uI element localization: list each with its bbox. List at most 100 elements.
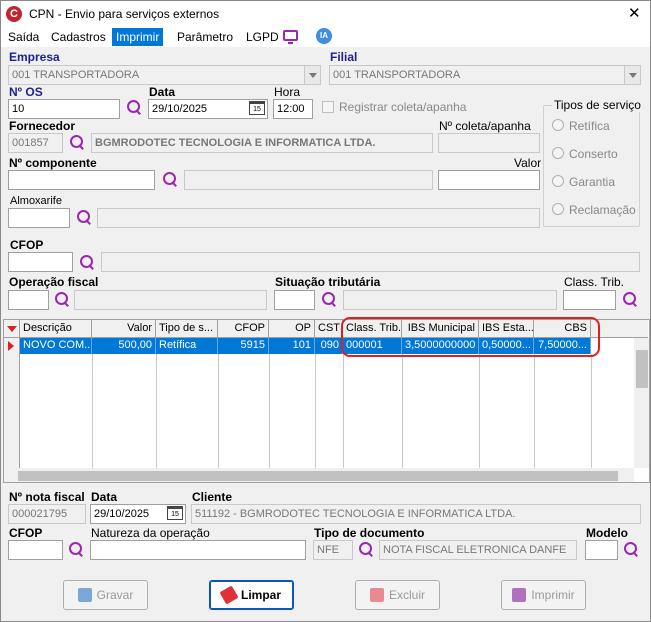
search-icon[interactable] — [357, 541, 375, 559]
header-valor[interactable]: Valor — [92, 320, 156, 338]
coleta-label: Nº coleta/apanha — [439, 119, 531, 133]
componente-input[interactable] — [8, 170, 155, 190]
search-icon[interactable] — [67, 541, 85, 559]
column-divider — [315, 354, 316, 468]
componente-label: Nº componente — [9, 156, 97, 170]
tipo-doc-desc: NOTA FISCAL ELETRONICA DANFE — [379, 540, 577, 560]
header-descricao[interactable]: Descrição — [20, 320, 92, 338]
current-row-icon — [8, 341, 14, 351]
filial-label: Filial — [330, 50, 358, 64]
menu-imprimir[interactable]: Imprimir — [112, 28, 164, 46]
filial-select[interactable]: 001 TRANSPORTADORA — [329, 65, 641, 85]
header-tipo[interactable]: Tipo de s... — [156, 320, 218, 338]
nf-input[interactable]: 000021795 — [8, 504, 86, 524]
cell-tipo[interactable]: Retífica — [156, 338, 218, 354]
valor-label: Valor — [514, 156, 542, 170]
search-icon[interactable] — [68, 134, 86, 152]
natureza-input[interactable] — [90, 540, 306, 560]
situacao-desc — [343, 290, 557, 310]
column-divider — [534, 354, 535, 468]
limpar-button[interactable]: Limpar — [209, 580, 294, 610]
column-divider — [591, 354, 592, 468]
monitor-icon[interactable] — [283, 30, 298, 44]
coleta-input[interactable] — [438, 133, 540, 153]
scrollbar-thumb[interactable] — [18, 471, 618, 481]
almoxarife-desc — [97, 208, 540, 228]
hora-input[interactable]: 12:00 — [273, 99, 313, 119]
ia-icon[interactable]: IA — [316, 28, 332, 44]
valor-input[interactable] — [438, 170, 540, 190]
search-icon[interactable] — [75, 209, 93, 227]
componente-desc — [184, 170, 433, 190]
tipo-doc-code[interactable]: NFE — [313, 540, 353, 560]
main-window: C CPN - Envio para serviços externos ✕ S… — [0, 0, 651, 622]
cliente-label: Cliente — [192, 490, 233, 504]
situacao-label: Situação tributária — [275, 275, 381, 289]
search-icon[interactable] — [622, 541, 640, 559]
class-trib-input[interactable] — [563, 290, 616, 310]
cell-cst[interactable]: 090 — [315, 338, 343, 354]
nf-label: Nº nota fiscal — [9, 490, 85, 504]
registrar-checkbox[interactable] — [322, 101, 334, 113]
calendar-icon[interactable]: 15 — [167, 506, 183, 520]
menu-saida[interactable]: Saída — [4, 28, 43, 46]
cell-cfop[interactable]: 5915 — [218, 338, 269, 354]
close-icon[interactable]: ✕ — [628, 4, 641, 22]
imprimir-button[interactable]: Imprimir — [501, 580, 586, 610]
vertical-scrollbar[interactable] — [634, 338, 649, 468]
chevron-down-icon[interactable] — [624, 66, 640, 84]
search-icon[interactable] — [320, 291, 338, 309]
nf-cfop-label: CFOP — [9, 526, 43, 540]
empresa-select[interactable]: 001 TRANSPORTADORA — [8, 65, 321, 85]
empresa-label: Empresa — [9, 50, 60, 64]
header-indicator — [4, 320, 20, 338]
search-icon[interactable] — [161, 171, 179, 189]
cell-op[interactable]: 101 — [269, 338, 315, 354]
column-divider — [269, 354, 270, 468]
highlight-annotation — [341, 317, 600, 357]
eraser-icon — [219, 585, 239, 605]
empresa-value: 001 TRANSPORTADORA — [12, 69, 140, 81]
filial-value: 001 TRANSPORTADORA — [333, 69, 461, 81]
imprimir-label: Imprimir — [531, 588, 575, 602]
os-input[interactable]: 10 — [8, 99, 120, 119]
fornecedor-code[interactable]: 001857 — [8, 133, 63, 153]
radio-conserto[interactable] — [552, 147, 564, 159]
operacao-desc — [74, 290, 267, 310]
printer-icon — [512, 588, 527, 602]
menu-lgpd[interactable]: LGPD — [242, 28, 283, 46]
header-cst[interactable]: CST — [315, 320, 343, 338]
menu-cadastros[interactable]: Cadastros — [47, 28, 110, 46]
operacao-input[interactable] — [8, 290, 49, 310]
cfop-desc — [101, 252, 640, 272]
cell-descricao[interactable]: NOVO COM... — [20, 338, 92, 354]
limpar-label: Limpar — [240, 588, 281, 602]
header-op[interactable]: OP — [269, 320, 315, 338]
horizontal-scrollbar[interactable] — [4, 468, 634, 482]
header-cfop[interactable]: CFOP — [218, 320, 269, 338]
calendar-icon[interactable]: 15 — [249, 101, 265, 115]
modelo-input[interactable] — [585, 540, 618, 560]
excluir-label: Excluir — [388, 588, 425, 602]
cfop-input[interactable] — [8, 252, 73, 272]
almoxarife-input[interactable] — [8, 208, 70, 228]
hora-label: Hora — [274, 85, 301, 99]
cell-valor[interactable]: 500,00 — [92, 338, 156, 354]
menu-parametro[interactable]: Parâmetro — [173, 28, 237, 46]
scrollbar-thumb[interactable] — [636, 350, 648, 388]
radio-reclamacao[interactable] — [552, 203, 564, 215]
gravar-button[interactable]: Gravar — [63, 580, 148, 610]
chevron-down-icon[interactable] — [304, 66, 320, 84]
search-icon[interactable] — [78, 254, 96, 272]
search-icon[interactable] — [621, 291, 639, 309]
search-icon[interactable] — [125, 99, 143, 117]
situacao-input[interactable] — [274, 290, 315, 310]
radio-reclamacao-label: Reclamação — [569, 203, 636, 217]
trash-icon — [369, 588, 384, 602]
excluir-button[interactable]: Excluir — [355, 580, 440, 610]
nf-cfop-input[interactable] — [8, 540, 63, 560]
radio-retifica[interactable] — [552, 119, 564, 131]
search-icon[interactable] — [53, 291, 71, 309]
radio-retifica-label: Retífica — [569, 119, 610, 133]
radio-garantia[interactable] — [552, 175, 564, 187]
